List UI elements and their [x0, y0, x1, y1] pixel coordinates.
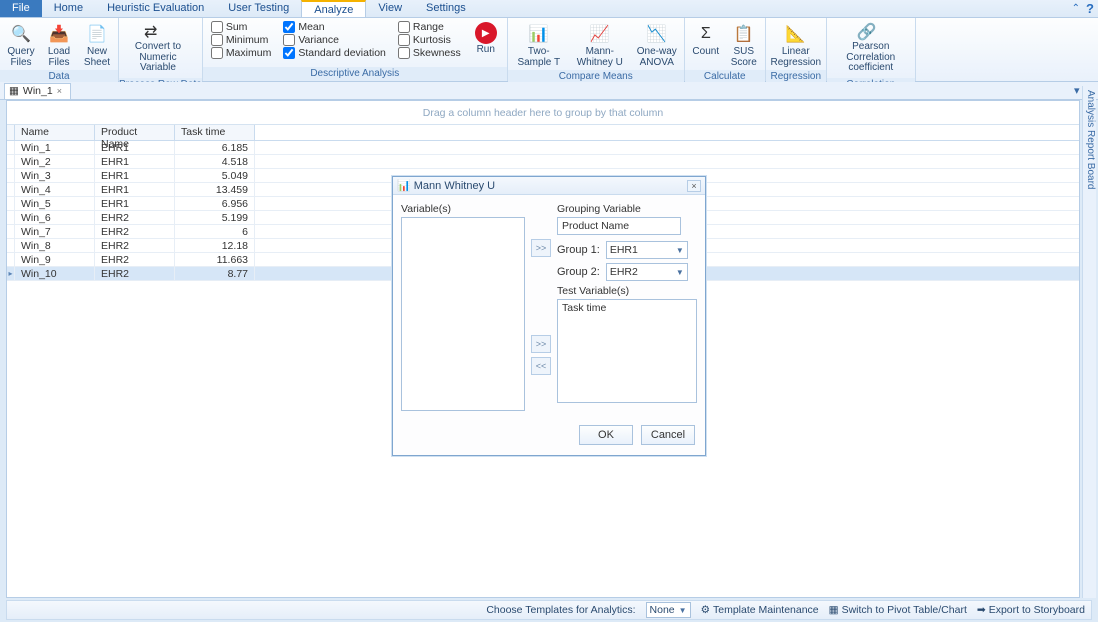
test-variables-listbox[interactable]: Task time: [557, 299, 697, 403]
sheet-icon: ▦: [9, 85, 19, 97]
regression-icon: 📐: [784, 22, 808, 46]
mann-whitney-dialog: 📊 Mann Whitney U × Variable(s) >> >> << …: [392, 176, 706, 456]
chk-minimum[interactable]: Minimum: [211, 34, 272, 46]
menu-view[interactable]: View: [366, 0, 414, 17]
chevron-down-icon: ▼: [679, 606, 687, 615]
menu-bar: File Home Heuristic Evaluation User Test…: [0, 0, 1098, 18]
menu-analyze[interactable]: Analyze: [301, 0, 366, 17]
ribbon-group-descriptive: Descriptive Analysis: [203, 67, 507, 81]
group1-combo[interactable]: EHR1▼: [606, 241, 688, 259]
chk-kurtosis[interactable]: Kurtosis: [398, 34, 461, 46]
export-storyboard-button[interactable]: ➡Export to Storyboard: [977, 604, 1085, 616]
switch-pivot-button[interactable]: ▦Switch to Pivot Table/Chart: [829, 604, 967, 616]
cancel-button[interactable]: Cancel: [641, 425, 695, 445]
two-sample-t-button[interactable]: 📊Two-Sample T: [512, 20, 566, 68]
chk-sum[interactable]: Sum: [211, 21, 272, 33]
template-combo[interactable]: None▼: [646, 602, 691, 618]
chevron-down-icon: ▼: [676, 246, 684, 255]
count-button[interactable]: ΣCount: [689, 20, 723, 58]
menu-heuristic[interactable]: Heuristic Evaluation: [95, 0, 216, 17]
dialog-titlebar[interactable]: 📊 Mann Whitney U ×: [393, 177, 705, 195]
chk-variance[interactable]: Variance: [283, 34, 386, 46]
col-task-time[interactable]: Task time: [175, 125, 255, 140]
menu-home[interactable]: Home: [42, 0, 95, 17]
chk-mean[interactable]: Mean: [283, 21, 386, 33]
correlation-icon: 🔗: [857, 22, 885, 42]
mann-whitney-button[interactable]: 📈Mann-Whitney U: [570, 20, 630, 68]
pivot-icon: ▦: [829, 604, 839, 616]
col-name[interactable]: Name: [15, 125, 95, 140]
menu-user-testing[interactable]: User Testing: [216, 0, 301, 17]
load-files-icon: 📥: [47, 22, 71, 46]
grid-header: Name Product Name Task time: [7, 125, 1079, 141]
group2-combo[interactable]: EHR2▼: [606, 263, 688, 281]
ttest-icon: 📊: [527, 22, 551, 46]
chk-stddev[interactable]: Standard deviation: [283, 47, 386, 59]
new-sheet-button[interactable]: 📄New Sheet: [80, 20, 114, 68]
variables-listbox[interactable]: [401, 217, 525, 411]
group-by-hint[interactable]: Drag a column header here to group by th…: [7, 101, 1079, 125]
chk-maximum[interactable]: Maximum: [211, 47, 272, 59]
query-files-icon: 🔍: [9, 22, 33, 46]
gear-icon: ⚙: [701, 604, 710, 616]
group1-label: Group 1:: [557, 244, 600, 256]
chk-range[interactable]: Range: [398, 21, 461, 33]
group2-label: Group 2:: [557, 266, 600, 278]
close-tab-icon[interactable]: ×: [57, 86, 62, 96]
count-icon: Σ: [694, 22, 718, 46]
query-files-button[interactable]: 🔍Query Files: [4, 20, 38, 68]
sus-icon: 📋: [732, 22, 756, 46]
analysis-report-board-tab[interactable]: Analysis Report Board: [1082, 86, 1096, 598]
new-sheet-icon: 📄: [85, 22, 109, 46]
pearson-button[interactable]: 🔗Pearson Correlation coefficient: [831, 20, 911, 76]
template-label: Choose Templates for Analytics:: [486, 604, 635, 616]
move-back-button[interactable]: <<: [531, 357, 551, 375]
run-button[interactable]: ▶Run: [469, 20, 503, 56]
doc-tab-win1[interactable]: ▦ Win_1 ×: [4, 83, 71, 99]
variables-label: Variable(s): [401, 203, 525, 215]
test-variables-label: Test Variable(s): [557, 285, 697, 297]
status-bar: Choose Templates for Analytics: None▼ ⚙T…: [6, 600, 1092, 620]
convert-icon: ⇄: [144, 22, 172, 42]
table-row[interactable]: Win_1EHR16.185: [7, 141, 1079, 155]
convert-numeric-button[interactable]: ⇄Convert to Numeric Variable: [123, 20, 193, 76]
chevron-down-icon: ▼: [676, 268, 684, 277]
grouping-variable-label: Grouping Variable: [557, 203, 697, 215]
template-maintenance-button[interactable]: ⚙Template Maintenance: [701, 604, 819, 616]
chk-skewness[interactable]: Skewness: [398, 47, 461, 59]
ok-button[interactable]: OK: [579, 425, 633, 445]
anova-icon: 📉: [645, 22, 669, 46]
move-to-test-button[interactable]: >>: [531, 335, 551, 353]
linear-regression-button[interactable]: 📐Linear Regression: [770, 20, 822, 68]
grouping-variable-field[interactable]: Product Name: [557, 217, 681, 235]
col-product-name[interactable]: Product Name: [95, 125, 175, 140]
mannwhitney-icon: 📈: [588, 22, 612, 46]
menu-settings[interactable]: Settings: [414, 0, 478, 17]
load-files-button[interactable]: 📥Load Files: [42, 20, 76, 68]
dropdown-icon[interactable]: ▾: [1074, 84, 1080, 97]
move-to-grouping-button[interactable]: >>: [531, 239, 551, 257]
collapse-ribbon-icon[interactable]: ⌃: [1072, 3, 1080, 14]
dialog-close-button[interactable]: ×: [687, 180, 701, 192]
help-icon[interactable]: ?: [1086, 1, 1094, 16]
document-tabs: ▦ Win_1 × ▾ ×: [0, 82, 1098, 100]
ribbon: 🔍Query Files 📥Load Files 📄New Sheet Data…: [0, 18, 1098, 82]
export-icon: ➡: [977, 604, 986, 616]
dialog-title-text: Mann Whitney U: [414, 180, 495, 192]
table-row[interactable]: Win_2EHR14.518: [7, 155, 1079, 169]
dialog-icon: 📊: [397, 179, 411, 192]
menu-file[interactable]: File: [0, 0, 42, 17]
doc-tab-label: Win_1: [23, 85, 53, 97]
run-icon: ▶: [475, 22, 497, 44]
sus-score-button[interactable]: 📋SUS Score: [727, 20, 761, 68]
anova-button[interactable]: 📉One-way ANOVA: [634, 20, 680, 68]
